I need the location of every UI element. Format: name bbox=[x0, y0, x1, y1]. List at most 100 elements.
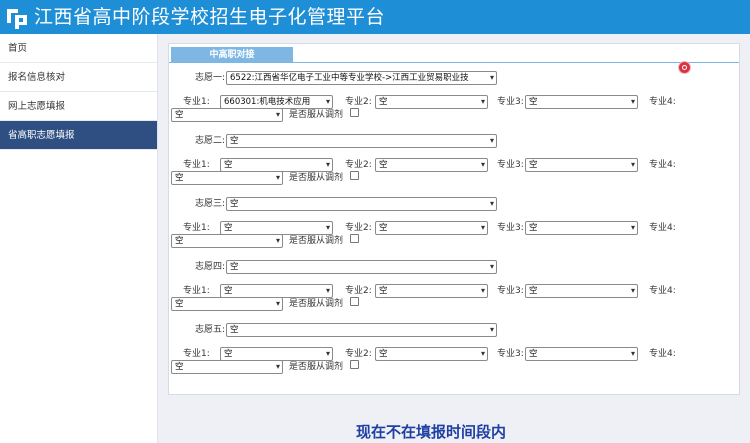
school-select-value: 空 bbox=[230, 262, 239, 272]
chevron-down-icon: ▾ bbox=[489, 136, 494, 145]
major-label: 专业4: bbox=[649, 97, 676, 107]
platform-logo-icon bbox=[7, 9, 27, 29]
major-label: 专业2: bbox=[345, 160, 372, 170]
school-select[interactable]: 空 ▾ bbox=[226, 134, 497, 148]
major-select-value: 空 bbox=[529, 349, 538, 359]
major-label: 专业2: bbox=[345, 223, 372, 233]
adjust-checkbox[interactable] bbox=[350, 108, 359, 117]
tab-vocational-link[interactable]: 中高职对接 bbox=[171, 47, 293, 63]
major-label: 专业2: bbox=[345, 349, 372, 359]
choice-label: 志愿三: bbox=[195, 199, 226, 209]
major-select[interactable]: 空 ▾ bbox=[220, 158, 333, 172]
adjust-checkbox[interactable] bbox=[350, 360, 359, 369]
major-label: 专业3: bbox=[497, 349, 524, 359]
major-select-value: 空 bbox=[175, 299, 184, 309]
chevron-down-icon: ▾ bbox=[630, 97, 635, 106]
adjust-label: 是否服从调剂 bbox=[289, 173, 344, 183]
major-select-value: 空 bbox=[379, 286, 388, 296]
chevron-down-icon: ▾ bbox=[325, 160, 330, 169]
major-select-value: 空 bbox=[529, 160, 538, 170]
choice-label: 志愿五: bbox=[195, 325, 226, 335]
major-select[interactable]: 空 ▾ bbox=[171, 297, 283, 311]
major-select[interactable]: 空 ▾ bbox=[525, 221, 638, 235]
notice-message: 现在不在填报时间段内 bbox=[356, 423, 507, 441]
major-select-value: 空 bbox=[529, 286, 538, 296]
major-select-value: 空 bbox=[175, 362, 184, 372]
sidebar: 首页 报名信息核对 网上志愿填报 省高职志愿填报 bbox=[0, 34, 158, 443]
major-select[interactable]: 空 ▾ bbox=[171, 108, 283, 122]
major-label: 专业4: bbox=[649, 160, 676, 170]
school-select[interactable]: 空 ▾ bbox=[226, 197, 497, 211]
school-select[interactable]: 空 ▾ bbox=[226, 323, 497, 337]
major-select[interactable]: 空 ▾ bbox=[171, 171, 283, 185]
chevron-down-icon: ▾ bbox=[275, 110, 280, 119]
major-label: 专业3: bbox=[497, 286, 524, 296]
sidebar-item-provincial-vocational[interactable]: 省高职志愿填报 bbox=[0, 121, 157, 150]
school-select-value: 空 bbox=[230, 136, 239, 146]
chevron-down-icon: ▾ bbox=[630, 286, 635, 295]
chevron-down-icon: ▾ bbox=[489, 73, 494, 82]
sidebar-item-registration-check[interactable]: 报名信息核对 bbox=[0, 63, 157, 92]
major-label: 专业1: bbox=[183, 349, 210, 359]
major-select[interactable]: 660301:机电技术应用 ▾ bbox=[220, 95, 333, 109]
major-select[interactable]: 空 ▾ bbox=[525, 284, 638, 298]
major-select[interactable]: 空 ▾ bbox=[171, 234, 283, 248]
sidebar-item-online-application[interactable]: 网上志愿填报 bbox=[0, 92, 157, 121]
major-label: 专业4: bbox=[649, 286, 676, 296]
close-dot-icon[interactable] bbox=[679, 62, 690, 73]
top-header: 江西省高中阶段学校招生电子化管理平台 bbox=[0, 0, 750, 34]
major-select-value: 空 bbox=[379, 223, 388, 233]
chevron-down-icon: ▾ bbox=[480, 97, 485, 106]
adjust-label: 是否服从调剂 bbox=[289, 236, 344, 246]
major-select-value: 空 bbox=[529, 97, 538, 107]
major-select[interactable]: 空 ▾ bbox=[220, 284, 333, 298]
major-select-value: 空 bbox=[379, 97, 388, 107]
major-select-value: 空 bbox=[175, 236, 184, 246]
major-select-value: 空 bbox=[379, 349, 388, 359]
major-label: 专业1: bbox=[183, 160, 210, 170]
major-label: 专业1: bbox=[183, 223, 210, 233]
major-select[interactable]: 空 ▾ bbox=[171, 360, 283, 374]
school-select[interactable]: 6522:江西省华亿电子工业中等专业学校->江西工业贸易职业技 ▾ bbox=[226, 71, 497, 85]
major-select[interactable]: 空 ▾ bbox=[375, 221, 488, 235]
chevron-down-icon: ▾ bbox=[630, 223, 635, 232]
major-label: 专业3: bbox=[497, 223, 524, 233]
choice-label: 志愿四: bbox=[195, 262, 226, 272]
chevron-down-icon: ▾ bbox=[275, 299, 280, 308]
major-select[interactable]: 空 ▾ bbox=[525, 95, 638, 109]
chevron-down-icon: ▾ bbox=[630, 160, 635, 169]
adjust-label: 是否服从调剂 bbox=[289, 362, 344, 372]
sidebar-item-home[interactable]: 首页 bbox=[0, 34, 157, 63]
major-select-value: 空 bbox=[224, 160, 233, 170]
school-select[interactable]: 空 ▾ bbox=[226, 260, 497, 274]
major-select[interactable]: 空 ▾ bbox=[375, 158, 488, 172]
major-select[interactable]: 空 ▾ bbox=[220, 221, 333, 235]
adjust-label: 是否服从调剂 bbox=[289, 299, 344, 309]
major-select[interactable]: 空 ▾ bbox=[375, 95, 488, 109]
chevron-down-icon: ▾ bbox=[325, 349, 330, 358]
adjust-label: 是否服从调剂 bbox=[289, 110, 344, 120]
adjust-checkbox[interactable] bbox=[350, 234, 359, 243]
chevron-down-icon: ▾ bbox=[480, 223, 485, 232]
major-select[interactable]: 空 ▾ bbox=[375, 284, 488, 298]
adjust-checkbox[interactable] bbox=[350, 297, 359, 306]
major-select[interactable]: 空 ▾ bbox=[525, 347, 638, 361]
major-label: 专业4: bbox=[649, 223, 676, 233]
school-select-value: 6522:江西省华亿电子工业中等专业学校->江西工业贸易职业技 bbox=[230, 73, 469, 83]
major-select-value: 空 bbox=[175, 110, 184, 120]
major-select[interactable]: 空 ▾ bbox=[220, 347, 333, 361]
major-label: 专业1: bbox=[183, 286, 210, 296]
adjust-checkbox[interactable] bbox=[350, 171, 359, 180]
app-title: 江西省高中阶段学校招生电子化管理平台 bbox=[34, 6, 386, 28]
major-select-value: 空 bbox=[224, 286, 233, 296]
major-select-value: 空 bbox=[224, 223, 233, 233]
major-select[interactable]: 空 ▾ bbox=[375, 347, 488, 361]
major-label: 专业2: bbox=[345, 286, 372, 296]
chevron-down-icon: ▾ bbox=[489, 262, 494, 271]
major-label: 专业4: bbox=[649, 349, 676, 359]
major-label: 专业1: bbox=[183, 97, 210, 107]
major-select[interactable]: 空 ▾ bbox=[525, 158, 638, 172]
chevron-down-icon: ▾ bbox=[480, 160, 485, 169]
major-label: 专业3: bbox=[497, 160, 524, 170]
chevron-down-icon: ▾ bbox=[275, 362, 280, 371]
